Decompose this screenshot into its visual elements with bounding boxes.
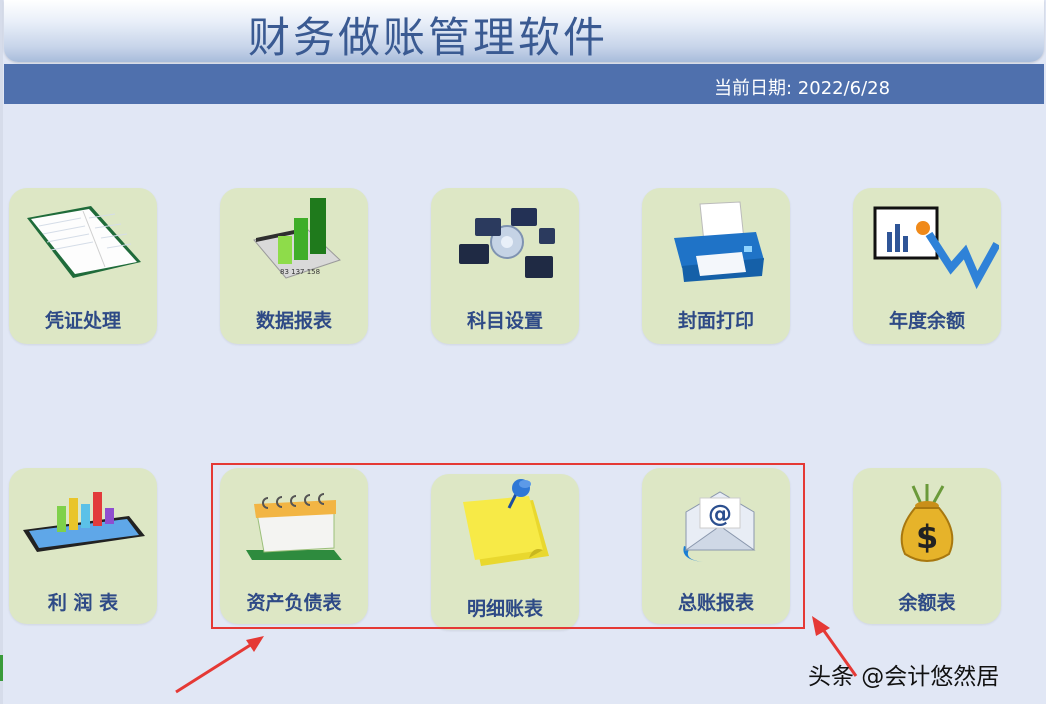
annotation-arrows (175, 616, 858, 694)
watermark: 头条 @会计悠然居 (808, 664, 1000, 690)
arrow-left-icon (175, 636, 264, 694)
